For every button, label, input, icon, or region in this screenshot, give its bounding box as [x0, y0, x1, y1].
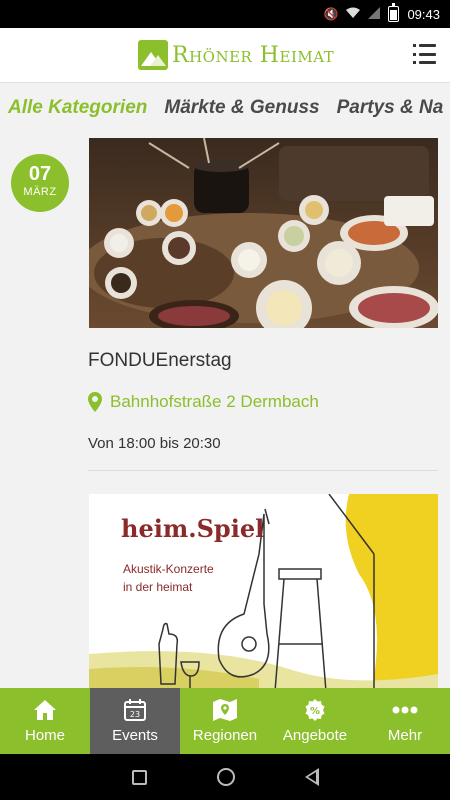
svg-text:%: %: [310, 706, 320, 717]
battery-icon: [388, 3, 400, 22]
event-list[interactable]: 07 MÄRZ FONDUEnerstag Bahnhofstraße 2 De…: [0, 132, 450, 688]
category-tabs: Alle Kategorien Märkte & Genuss Partys &…: [0, 84, 450, 132]
status-time: 09:43: [407, 6, 440, 22]
divider: [88, 470, 438, 471]
nav-tab-mehr[interactable]: Mehr: [360, 688, 450, 754]
back-icon[interactable]: [304, 768, 319, 786]
app-header: Rhöner Heimat: [0, 28, 450, 83]
heimspiel-subtitle: Akustik-Konzerte in der heimat: [123, 562, 214, 594]
home-icon: [32, 698, 58, 722]
signal-icon: [368, 6, 381, 22]
nav-tab-label: Mehr: [387, 727, 423, 744]
nav-tab-label: Angebote: [282, 727, 348, 744]
system-navigation-bar: [0, 754, 450, 800]
nav-tab-home[interactable]: Home: [0, 688, 90, 754]
menu-button[interactable]: [413, 44, 436, 64]
status-bar: 🔇 09:43: [0, 0, 450, 28]
event-title[interactable]: FONDUEnerstag: [88, 350, 232, 372]
category-tab-partys[interactable]: Partys & Na: [337, 97, 444, 119]
nav-tab-angebote[interactable]: % Angebote: [270, 688, 360, 754]
mute-icon: 🔇: [323, 7, 339, 21]
more-icon: [392, 698, 418, 722]
event-day: 07: [28, 163, 52, 185]
nav-tab-events[interactable]: 23 Events: [90, 688, 180, 754]
wifi-icon: [346, 7, 361, 22]
nav-tab-regionen[interactable]: Regionen: [180, 688, 270, 754]
heimspiel-title: heim.Spiel: [121, 514, 265, 543]
category-tab-maerkte[interactable]: Märkte & Genuss: [164, 97, 319, 119]
event-month: MÄRZ: [23, 186, 57, 198]
menu-list-icon: [413, 44, 436, 47]
event-location-text: Bahnhofstraße 2 Dermbach: [110, 392, 319, 411]
svg-text:23: 23: [130, 710, 140, 719]
location-pin-icon: [88, 392, 102, 412]
mountain-logo-icon: [138, 40, 168, 70]
logo-text: Rhöner Heimat: [172, 42, 335, 68]
event-date-badge: 07 MÄRZ: [11, 154, 69, 212]
bottom-navigation: Home 23 Events Regionen % Angebote Mehr: [0, 688, 450, 754]
nav-tab-label: Home: [24, 727, 65, 744]
event-time: Von 18:00 bis 20:30: [88, 435, 221, 452]
map-icon: [212, 698, 238, 722]
event-image-fondue[interactable]: [89, 138, 438, 328]
recent-apps-icon[interactable]: [131, 769, 147, 785]
category-tab-alle[interactable]: Alle Kategorien: [8, 97, 147, 119]
event-location[interactable]: Bahnhofstraße 2 Dermbach: [88, 392, 319, 412]
event-image-heimspiel[interactable]: heim.Spiel Akustik-Konzerte in der heima…: [89, 494, 438, 688]
app-logo[interactable]: Rhöner Heimat: [138, 38, 334, 72]
percent-icon: %: [302, 698, 328, 722]
calendar-icon: 23: [122, 698, 148, 722]
nav-tab-label: Regionen: [192, 727, 258, 744]
nav-tab-label: Events: [112, 727, 158, 744]
home-button-icon[interactable]: [216, 768, 235, 786]
